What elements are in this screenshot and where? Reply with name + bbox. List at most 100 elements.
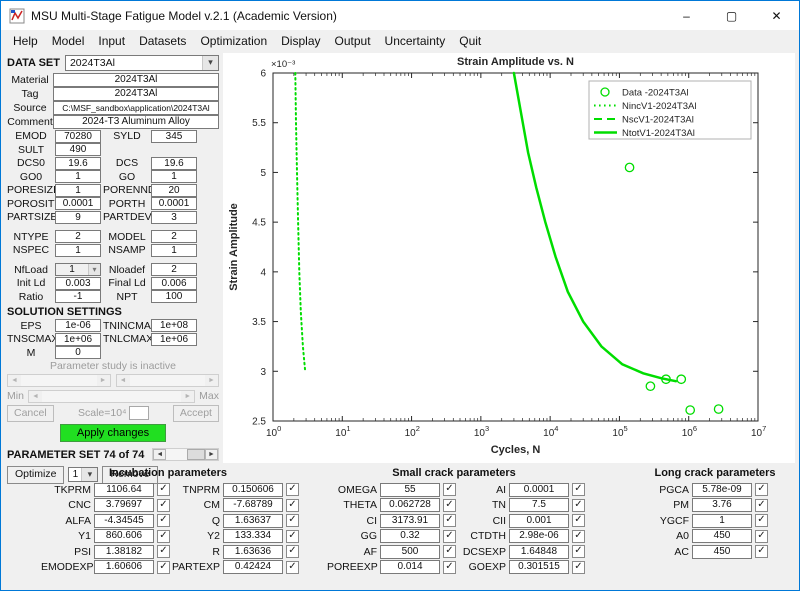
menu-display[interactable]: Display	[274, 31, 327, 51]
psi-checkbox[interactable]: ✓	[157, 545, 170, 558]
go0-field[interactable]: 1	[55, 170, 101, 183]
dcs-field[interactable]: 19.6	[151, 157, 197, 170]
alfa-checkbox[interactable]: ✓	[157, 514, 170, 527]
goexp-checkbox[interactable]: ✓	[572, 561, 585, 574]
arrow-left-icon[interactable]: ◄	[153, 449, 166, 460]
final-ld-field[interactable]: 0.006	[151, 277, 197, 290]
ygcf-checkbox[interactable]: ✓	[755, 514, 768, 527]
ntype-field[interactable]: 2	[55, 230, 101, 243]
y1-field[interactable]: 860.606	[94, 529, 154, 543]
tnlcmax-field[interactable]: 1e+06	[151, 333, 197, 346]
emodexp-field[interactable]: 1.60606	[94, 560, 154, 574]
nsamp-field[interactable]: 1	[151, 244, 197, 257]
poreexp-field[interactable]: 0.014	[380, 560, 440, 574]
close-button[interactable]: ✕	[754, 1, 799, 30]
menu-input[interactable]: Input	[91, 31, 132, 51]
theta-checkbox[interactable]: ✓	[443, 499, 456, 512]
init-ld-field[interactable]: 0.003	[55, 277, 101, 290]
scale-exponent-field[interactable]	[129, 406, 149, 420]
range-slider[interactable]: ◄ ►	[28, 390, 195, 403]
a0-field[interactable]: 450	[692, 529, 752, 543]
ac-field[interactable]: 450	[692, 545, 752, 559]
tn-field[interactable]: 7.5	[509, 498, 569, 512]
maximize-button[interactable]: ▢	[709, 1, 754, 30]
emod-field[interactable]: 70280	[55, 130, 101, 143]
go-field[interactable]: 1	[151, 170, 197, 183]
arrow-right-icon[interactable]: ►	[181, 391, 194, 402]
arrow-right-icon[interactable]: ►	[97, 375, 110, 386]
pgca-checkbox[interactable]: ✓	[755, 483, 768, 496]
ygcf-field[interactable]: 1	[692, 514, 752, 528]
menu-output[interactable]: Output	[328, 31, 378, 51]
tn-checkbox[interactable]: ✓	[572, 499, 585, 512]
parameter-set-slider[interactable]: ◄ ►	[152, 448, 219, 461]
ratio-field[interactable]: -1	[55, 290, 101, 303]
slider-track[interactable]	[166, 449, 187, 460]
menu-model[interactable]: Model	[45, 31, 92, 51]
ai-checkbox[interactable]: ✓	[572, 483, 585, 496]
omega-checkbox[interactable]: ✓	[443, 483, 456, 496]
ctdth-checkbox[interactable]: ✓	[572, 530, 585, 543]
study-slider-1[interactable]: ◄ ►	[7, 374, 111, 387]
tnscmax-field[interactable]: 1e+06	[55, 333, 101, 346]
slider-track[interactable]	[130, 375, 206, 386]
source-field[interactable]: C:\MSF_sandbox\application\2024T3Al	[53, 101, 219, 115]
arrow-left-icon[interactable]: ◄	[8, 375, 21, 386]
r-checkbox[interactable]: ✓	[286, 545, 299, 558]
tnprm-checkbox[interactable]: ✓	[286, 483, 299, 496]
q-field[interactable]: 1.63637	[223, 514, 283, 528]
porosity-field[interactable]: 0.0001	[55, 197, 101, 210]
study-slider-2[interactable]: ◄ ►	[116, 374, 220, 387]
menu-quit[interactable]: Quit	[452, 31, 488, 51]
cancel-button[interactable]: Cancel	[7, 405, 54, 422]
menu-optimization[interactable]: Optimization	[193, 31, 274, 51]
dcs0-field[interactable]: 19.6	[55, 157, 101, 170]
syld-field[interactable]: 345	[151, 130, 197, 143]
y2-field[interactable]: 133.334	[223, 529, 283, 543]
dataset-dropdown[interactable]: 2024T3Al ▾	[65, 55, 219, 71]
q-checkbox[interactable]: ✓	[286, 514, 299, 527]
pgca-field[interactable]: 5.78e-09	[692, 483, 752, 497]
dcsexp-checkbox[interactable]: ✓	[572, 545, 585, 558]
pm-field[interactable]: 3.76	[692, 498, 752, 512]
goexp-field[interactable]: 0.301515	[509, 560, 569, 574]
porth-field[interactable]: 0.0001	[151, 197, 197, 210]
tnprm-field[interactable]: 0.150606	[223, 483, 283, 497]
partdev-field[interactable]: 3	[151, 211, 197, 224]
slider-thumb[interactable]	[187, 449, 205, 460]
tag-field[interactable]: 2024T3Al	[53, 87, 219, 101]
emodexp-checkbox[interactable]: ✓	[157, 561, 170, 574]
gg-checkbox[interactable]: ✓	[443, 530, 456, 543]
tkprm-field[interactable]: 1106.64	[94, 483, 154, 497]
cm-field[interactable]: -7.68789	[223, 498, 283, 512]
pm-checkbox[interactable]: ✓	[755, 499, 768, 512]
partsize-field[interactable]: 9	[55, 211, 101, 224]
m-field[interactable]: 0	[55, 346, 101, 359]
theta-field[interactable]: 0.062728	[380, 498, 440, 512]
a0-checkbox[interactable]: ✓	[755, 530, 768, 543]
nfload-dropdown[interactable]: 1▾	[55, 263, 101, 276]
cnc-field[interactable]: 3.79697	[94, 498, 154, 512]
ci-checkbox[interactable]: ✓	[443, 514, 456, 527]
af-field[interactable]: 500	[380, 545, 440, 559]
menu-uncertainty[interactable]: Uncertainty	[378, 31, 453, 51]
dcsexp-field[interactable]: 1.64848	[509, 545, 569, 559]
cnc-checkbox[interactable]: ✓	[157, 499, 170, 512]
cii-checkbox[interactable]: ✓	[572, 514, 585, 527]
poresize-field[interactable]: 1	[55, 184, 101, 197]
porennd-field[interactable]: 20	[151, 184, 197, 197]
ai-field[interactable]: 0.0001	[509, 483, 569, 497]
ctdth-field[interactable]: 2.98e-06	[509, 529, 569, 543]
cm-checkbox[interactable]: ✓	[286, 499, 299, 512]
cii-field[interactable]: 0.001	[509, 514, 569, 528]
ac-checkbox[interactable]: ✓	[755, 545, 768, 558]
slider-track[interactable]	[42, 391, 181, 402]
partexp-checkbox[interactable]: ✓	[286, 561, 299, 574]
omega-field[interactable]: 55	[380, 483, 440, 497]
poreexp-checkbox[interactable]: ✓	[443, 561, 456, 574]
tnincmax-field[interactable]: 1e+08	[151, 319, 197, 332]
y1-checkbox[interactable]: ✓	[157, 530, 170, 543]
af-checkbox[interactable]: ✓	[443, 545, 456, 558]
eps-field[interactable]: 1e-06	[55, 319, 101, 332]
nspec-field[interactable]: 1	[55, 244, 101, 257]
